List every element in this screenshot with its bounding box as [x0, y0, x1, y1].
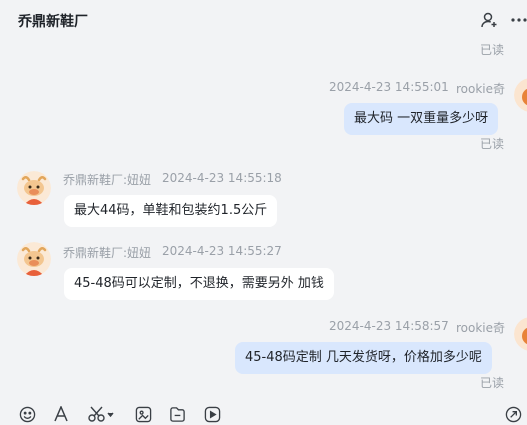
- scissors-icon[interactable]: [87, 405, 115, 423]
- input-toolbar: [0, 398, 527, 425]
- avatar[interactable]: [514, 317, 527, 351]
- message-bubble[interactable]: 最大44码，单鞋和包装约1.5公斤: [64, 195, 278, 227]
- message-sender: 乔鼎新鞋厂:妞妞: [63, 173, 152, 187]
- font-icon[interactable]: [52, 405, 70, 423]
- user-plus-icon[interactable]: [478, 9, 500, 31]
- file-icon[interactable]: [168, 405, 186, 423]
- chat-title: 乔鼎新鞋厂: [18, 14, 88, 30]
- message-list[interactable]: 已读 2024-4-23 14:55:01 rookie奇 最大码 一双重量多少…: [0, 36, 527, 396]
- message-bubble[interactable]: 最大码 一双重量多少呀: [344, 103, 499, 135]
- more-icon[interactable]: [508, 9, 527, 31]
- avatar[interactable]: [514, 78, 527, 112]
- history-icon[interactable]: [504, 405, 522, 423]
- chat-header: 乔鼎新鞋厂: [0, 0, 527, 40]
- message-bubble[interactable]: 45-48码定制 几天发货呀，价格加多少呢: [235, 342, 492, 374]
- message-sender: rookie奇: [456, 321, 506, 335]
- message-time: 2024-4-23 14:58:57: [329, 319, 449, 333]
- avatar[interactable]: [17, 171, 51, 205]
- read-receipt: 已读: [480, 43, 505, 57]
- avatar[interactable]: [17, 242, 51, 276]
- message-sender: rookie奇: [456, 82, 506, 96]
- message-bubble[interactable]: 45-48码可以定制，不退换，需要另外 加钱: [64, 268, 334, 300]
- video-icon[interactable]: [203, 405, 221, 423]
- emoji-icon[interactable]: [18, 405, 36, 423]
- message-time: 2024-4-23 14:55:27: [162, 244, 282, 258]
- read-receipt: 已读: [480, 137, 505, 151]
- message-time: 2024-4-23 14:55:18: [162, 171, 282, 185]
- screenshot-icon[interactable]: [134, 405, 152, 423]
- message-time: 2024-4-23 14:55:01: [329, 80, 449, 94]
- message-sender: 乔鼎新鞋厂:妞妞: [63, 246, 152, 260]
- read-receipt: 已读: [480, 376, 505, 390]
